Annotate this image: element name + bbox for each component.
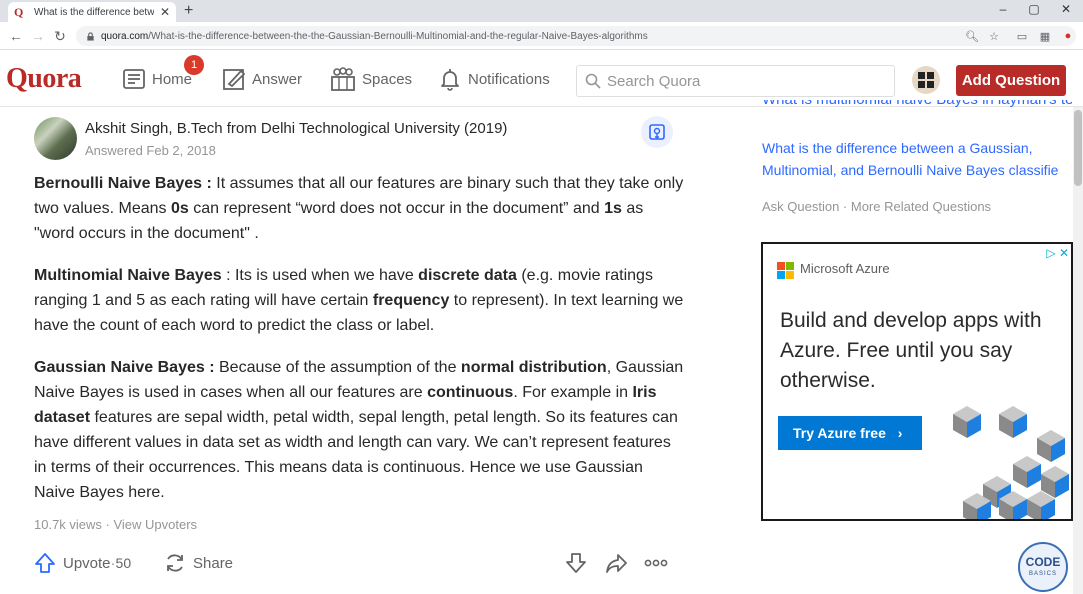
more-options-icon[interactable] — [644, 551, 668, 575]
nav-home[interactable]: Home — [122, 64, 192, 94]
paragraph-multinomial: Multinomial Naive Bayes : Its is used wh… — [34, 263, 684, 338]
spaces-icon — [331, 67, 355, 91]
upvote-button[interactable]: Upvote · 50 — [34, 552, 131, 574]
share-button[interactable]: Share — [164, 552, 233, 574]
search-input[interactable]: Search Quora — [576, 65, 895, 97]
nav-spaces[interactable]: Spaces — [330, 64, 412, 94]
maximize-icon[interactable]: ▢ — [1027, 2, 1041, 16]
nav-spaces-label: Spaces — [362, 70, 413, 88]
forward-share-icon[interactable] — [604, 551, 628, 575]
minimize-icon[interactable]: – — [996, 2, 1010, 16]
url-input[interactable]: quora.com/What-is-the-difference-between… — [76, 26, 1076, 46]
ask-more-related-links[interactable]: Ask Question · More Related Questions — [762, 199, 991, 214]
profile-icon[interactable]: ● — [1061, 30, 1075, 42]
cubes-illustration — [953, 406, 1069, 519]
browser-tab-strip: Q What is the difference between t ✕ + –… — [0, 0, 1083, 22]
views-upvoters-link[interactable]: 10.7k views · View Upvoters — [34, 517, 197, 532]
nav-answer[interactable]: Answer — [222, 64, 302, 94]
related-question-text: What is multinomial naive Bayes in layma… — [762, 100, 1072, 108]
try-azure-button[interactable]: Try Azure free › — [778, 416, 922, 450]
follow-author-icon[interactable] — [641, 116, 673, 148]
watermark-bottom: BASICS — [1028, 571, 1057, 577]
term-bernoulli: Bernoulli Naive Bayes : — [34, 175, 212, 192]
microsoft-logo-icon — [777, 262, 794, 279]
search-icon — [585, 73, 601, 89]
azure-ad[interactable]: ▷ ✕ Microsoft Azure Build and develop ap… — [761, 242, 1073, 521]
bell-icon — [441, 69, 459, 91]
user-avatar[interactable] — [912, 66, 940, 94]
scrollbar-thumb[interactable] — [1074, 110, 1082, 186]
share-label: Share — [193, 554, 234, 572]
related-question-link[interactable]: What is the difference between a Gaussia… — [762, 137, 1074, 181]
home-notification-badge: 1 — [184, 55, 204, 75]
browser-tab[interactable]: Q What is the difference between t ✕ — [8, 2, 176, 22]
paragraph-bernoulli: Bernoulli Naive Bayes : It assumes that … — [34, 171, 684, 246]
author-avatar[interactable] — [34, 117, 77, 160]
reload-icon[interactable]: ↻ — [52, 28, 68, 44]
answer-pencil-icon — [223, 69, 246, 90]
new-tab-icon[interactable]: + — [184, 2, 193, 20]
nav-notifications[interactable]: Notifications — [438, 64, 550, 94]
try-azure-label: Try Azure free — [793, 425, 886, 441]
chevron-right-icon: › — [897, 425, 903, 441]
upvote-label: Upvote — [63, 554, 111, 572]
add-question-button[interactable]: Add Question — [956, 65, 1066, 96]
quora-logo[interactable]: Quora — [6, 63, 82, 95]
bold-span: normal distribution — [460, 359, 607, 376]
term-gaussian: Gaussian Naive Bayes : — [34, 359, 215, 376]
bold-span: 0s — [170, 200, 189, 217]
related-question-link-cut[interactable]: What is multinomial naive Bayes in layma… — [762, 100, 1072, 116]
author-credential[interactable]: Akshit Singh, B.Tech from Delhi Technolo… — [85, 120, 507, 137]
bookmark-star-icon[interactable]: ☆ — [987, 30, 1001, 43]
zoom-icon[interactable]: 🔍︎ — [965, 30, 979, 43]
text-span: : Its is used when we have — [221, 267, 419, 284]
term-multinomial: Multinomial Naive Bayes — [34, 267, 222, 284]
nav-notifications-label: Notifications — [468, 70, 550, 88]
adchoices-icon[interactable]: ▷ ✕ — [1046, 246, 1069, 260]
url-path: /What-is-the-difference-between-the-the-… — [148, 30, 648, 42]
cast-icon[interactable]: ▭ — [1015, 30, 1029, 43]
codebasics-watermark: CODE BASICS — [1018, 542, 1068, 592]
lock-icon — [87, 31, 94, 41]
tab-title: What is the difference between t — [34, 6, 154, 18]
tab-close-icon[interactable]: ✕ — [160, 5, 170, 19]
forward-icon[interactable]: → — [30, 28, 46, 44]
share-cycle-icon — [167, 554, 183, 572]
search-placeholder: Search Quora — [607, 72, 701, 90]
upvote-arrow-icon — [35, 553, 55, 573]
quora-favicon-icon: Q — [14, 5, 24, 19]
downvote-icon[interactable] — [564, 551, 588, 575]
paragraph-gaussian: Gaussian Naive Bayes : Because of the as… — [34, 355, 684, 505]
extension-icon[interactable]: ▦ — [1038, 30, 1052, 43]
ad-brand: Microsoft Azure — [800, 261, 890, 276]
watermark-top: CODE — [1025, 555, 1061, 569]
upvote-count: 50 — [115, 555, 132, 571]
bold-span: 1s — [604, 200, 622, 217]
back-icon[interactable]: ← — [8, 28, 24, 44]
text-span: features are sepal width, petal width, s… — [34, 409, 678, 501]
url-host: quora.com — [101, 30, 149, 42]
bold-span: frequency — [372, 292, 450, 309]
text-span: can represent “word does not occur in th… — [188, 200, 605, 217]
answered-date[interactable]: Answered Feb 2, 2018 — [85, 143, 216, 158]
bold-span: discrete data — [418, 267, 517, 284]
bold-span: continuous — [427, 384, 514, 401]
nav-home-label: Home — [152, 70, 193, 88]
text-span: . For example in — [513, 384, 633, 401]
ad-headline: Build and develop apps with Azure. Free … — [780, 309, 1042, 392]
address-bar-row: ← → ↻ quora.com/What-is-the-difference-b… — [0, 22, 1083, 50]
text-span: Because of the assumption of the — [214, 359, 461, 376]
home-icon — [123, 69, 145, 89]
window-close-icon[interactable]: ✕ — [1059, 2, 1073, 16]
nav-answer-label: Answer — [252, 70, 303, 88]
quora-header: Quora Home Answer Spaces Notifications S… — [0, 51, 1083, 107]
